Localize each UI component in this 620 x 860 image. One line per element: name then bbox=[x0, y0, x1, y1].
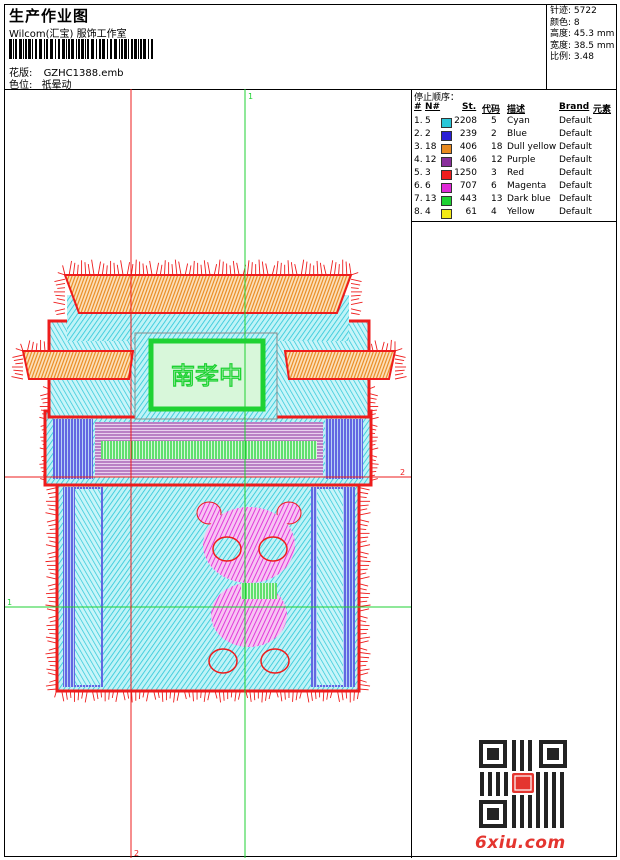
col-brand: Brand bbox=[559, 102, 590, 112]
col-number: N# bbox=[425, 102, 441, 112]
row-index: 4. bbox=[414, 155, 423, 165]
sign-text: 南孝中 bbox=[171, 362, 243, 390]
table-row: 5. 3 3 Red Default 1250 bbox=[411, 168, 616, 181]
row-brand: Default bbox=[559, 116, 592, 126]
color-swatch bbox=[441, 196, 452, 206]
col-code: 代码 bbox=[482, 105, 501, 115]
row-number: 13 bbox=[425, 194, 437, 204]
row-stitches: 406 bbox=[459, 155, 477, 165]
row-stitches: 707 bbox=[459, 181, 477, 191]
row-description: Blue bbox=[507, 129, 527, 139]
row-number: 12 bbox=[425, 155, 437, 165]
barcode bbox=[9, 39, 153, 59]
production-sheet: 生产作业图 Wilcom(汇宝) 服饰工作室 花版: GZHC1388.emb … bbox=[4, 4, 617, 858]
row-number: 6 bbox=[425, 181, 431, 191]
watermark-site: 6xiu.com bbox=[475, 833, 566, 853]
color-swatch bbox=[441, 170, 452, 180]
table-row: 4. 12 12 Purple Default 406 bbox=[411, 155, 616, 168]
row-brand: Default bbox=[559, 194, 592, 204]
color-count: 颜色: 8 bbox=[550, 17, 580, 28]
table-row: 8. 4 4 Yellow Default 61 bbox=[411, 207, 616, 220]
color-swatch bbox=[441, 131, 452, 141]
row-code: 3 bbox=[491, 168, 497, 178]
color-swatch bbox=[441, 183, 452, 193]
row-stitches: 61 bbox=[465, 207, 477, 217]
design-width: 宽度: 38.5 mm bbox=[550, 40, 615, 51]
row-stitches: 1250 bbox=[454, 168, 477, 178]
col-element: 元素 bbox=[593, 105, 612, 115]
design-height: 高度: 45.3 mm bbox=[550, 29, 615, 39]
qr-code bbox=[479, 740, 569, 828]
row-description: Dark blue bbox=[507, 194, 551, 204]
row-code: 13 bbox=[491, 194, 503, 204]
scale-ratio: 比例: 3.48 bbox=[550, 52, 594, 62]
studio-subtitle: Wilcom(汇宝) 服饰工作室 bbox=[9, 29, 127, 40]
guide-label-right: 2 bbox=[400, 468, 405, 477]
table-row: 2. 2 2 Blue Default 239 bbox=[411, 129, 616, 142]
color-swatch bbox=[441, 209, 452, 219]
table-row: 7. 13 13 Dark blue Default 443 bbox=[411, 194, 616, 207]
row-number: 3 bbox=[425, 168, 431, 178]
header: 生产作业图 Wilcom(汇宝) 服饰工作室 花版: GZHC1388.emb … bbox=[5, 5, 616, 91]
row-index: 3. bbox=[414, 142, 423, 152]
row-code: 2 bbox=[491, 129, 497, 139]
stitch-count: 针迹: 5722 bbox=[550, 6, 597, 16]
row-code: 5 bbox=[491, 116, 497, 126]
row-index: 6. bbox=[414, 181, 423, 191]
page-title: 生产作业图 bbox=[9, 7, 90, 25]
row-description: Dull yellow bbox=[507, 142, 557, 152]
row-brand: Default bbox=[559, 181, 592, 191]
table-row: 3. 18 18 Dull yellow Default 406 bbox=[411, 142, 616, 155]
row-brand: Default bbox=[559, 207, 592, 217]
guide-label-left: 1 bbox=[7, 598, 12, 607]
row-description: Cyan bbox=[507, 116, 530, 126]
col-description: 描述 bbox=[507, 105, 526, 115]
table-row: 6. 6 6 Magenta Default 707 bbox=[411, 181, 616, 194]
color-swatch bbox=[441, 157, 452, 167]
row-index: 1. bbox=[414, 116, 423, 126]
row-index: 5. bbox=[414, 168, 423, 178]
col-index: # bbox=[414, 102, 422, 112]
row-stitches: 406 bbox=[459, 142, 477, 152]
row-code: 18 bbox=[491, 142, 503, 152]
row-code: 6 bbox=[491, 181, 497, 191]
row-code: 4 bbox=[491, 207, 497, 217]
row-brand: Default bbox=[559, 129, 592, 139]
row-brand: Default bbox=[559, 155, 592, 165]
row-description: Yellow bbox=[507, 207, 535, 217]
design-preview[interactable]: 南孝中 1 2 1 2 bbox=[5, 89, 412, 858]
row-stitches: 443 bbox=[459, 194, 477, 204]
row-index: 8. bbox=[414, 207, 423, 217]
design-stats: 针迹: 5722 颜色: 8 高度: 45.3 mm 宽度: 38.5 mm 比… bbox=[546, 5, 616, 89]
row-index: 2. bbox=[414, 129, 423, 139]
table-row: 1. 5 5 Cyan Default 2208 bbox=[411, 116, 616, 129]
row-stitches: 239 bbox=[459, 129, 477, 139]
color-swatch bbox=[441, 118, 452, 128]
row-number: 2 bbox=[425, 129, 431, 139]
row-brand: Default bbox=[559, 168, 592, 178]
table-header: # N# St. 代码 描述 Brand 元素 bbox=[411, 102, 616, 115]
row-index: 7. bbox=[414, 194, 423, 204]
color-swatch bbox=[441, 144, 452, 154]
embroidery-drawing: 南孝中 1 2 1 2 bbox=[5, 89, 411, 858]
stop-sequence-table: 停止顺序： # N# St. 代码 描述 Brand 元素 1. 5 5 Cyan De… bbox=[411, 89, 616, 222]
row-number: 5 bbox=[425, 116, 431, 126]
row-description: Magenta bbox=[507, 181, 547, 191]
col-stitches: St. bbox=[462, 102, 477, 112]
row-description: Red bbox=[507, 168, 525, 178]
row-description: Purple bbox=[507, 155, 536, 165]
row-number: 4 bbox=[425, 207, 431, 217]
row-stitches: 2208 bbox=[454, 116, 477, 126]
guide-label-bottom: 2 bbox=[134, 849, 139, 858]
row-code: 12 bbox=[491, 155, 503, 165]
row-brand: Default bbox=[559, 142, 592, 152]
guide-label-top: 1 bbox=[248, 92, 253, 101]
row-number: 18 bbox=[425, 142, 437, 152]
